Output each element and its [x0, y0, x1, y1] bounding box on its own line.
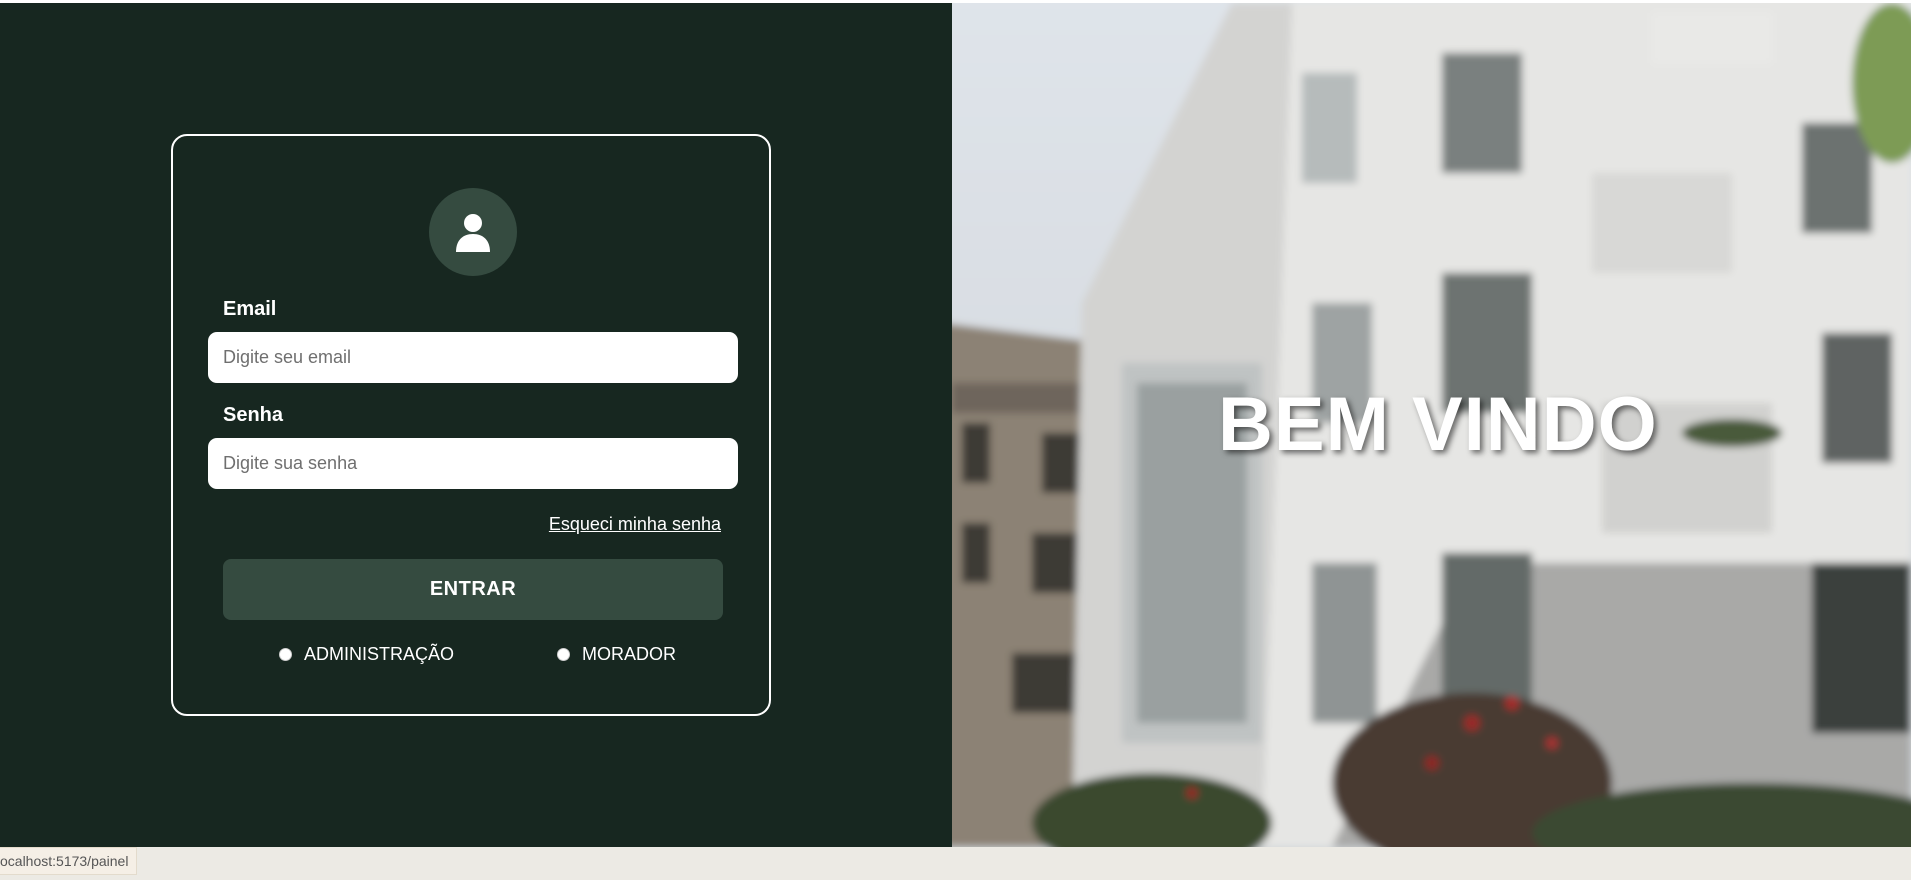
login-panel: Email Senha Esqueci minha senha ENTRAR A… — [0, 3, 952, 847]
admin-radio[interactable] — [279, 648, 292, 661]
status-url: ocalhost:5173/painel — [0, 847, 138, 875]
avatar — [429, 188, 517, 276]
email-label: Email — [223, 298, 277, 320]
password-field[interactable] — [208, 438, 738, 489]
user-icon — [456, 214, 490, 252]
enter-button[interactable]: ENTRAR — [223, 559, 723, 620]
email-field[interactable] — [208, 332, 738, 383]
login-card: Email Senha Esqueci minha senha ENTRAR A… — [171, 134, 771, 716]
welcome-heading: BEM VINDO — [1218, 382, 1658, 467]
role-option-admin[interactable]: ADMINISTRAÇÃO — [279, 644, 454, 665]
password-label: Senha — [223, 404, 284, 426]
role-option-resident[interactable]: MORADOR — [557, 644, 676, 665]
forgot-password-link[interactable]: Esqueci minha senha — [549, 514, 721, 535]
app-root: Email Senha Esqueci minha senha ENTRAR A… — [0, 3, 1911, 847]
admin-radio-label: ADMINISTRAÇÃO — [304, 644, 455, 664]
hero-panel: BEM VINDO — [952, 3, 1911, 847]
resident-radio[interactable] — [557, 648, 570, 661]
browser-status-bar: ocalhost:5173/painel — [0, 847, 1911, 880]
resident-radio-label: MORADOR — [582, 644, 676, 664]
